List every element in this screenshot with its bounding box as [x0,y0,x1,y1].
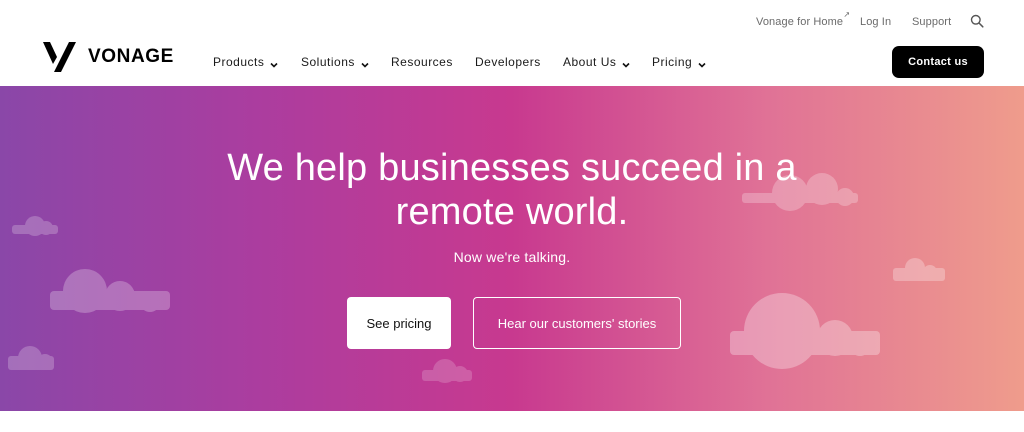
external-link-icon: ↗ [843,10,851,19]
chevron-down-icon [361,58,369,68]
nav-item-products[interactable]: Products [213,55,278,69]
hero-title-line-2: remote world. [395,191,629,233]
brand-name: VONAGE [88,46,174,67]
support-link[interactable]: Support [912,16,951,28]
log-in-link[interactable]: Log In [860,16,891,28]
nav-item-developers[interactable]: Developers [475,55,541,69]
contact-us-button[interactable]: Contact us [892,46,984,78]
nav-item-label: Pricing [652,55,693,69]
vonage-for-home-link[interactable]: Vonage for Home ↗ [756,10,850,28]
nav-item-label: Resources [391,55,453,69]
vonage-for-home-label: Vonage for Home [756,16,844,28]
chevron-down-icon [270,58,278,68]
vonage-v-logo-icon [43,42,77,72]
chevron-down-icon [622,58,630,68]
nav-item-label: About Us [563,55,617,69]
utility-bar: Vonage for Home ↗ Log In Support [0,0,1024,44]
nav-item-pricing[interactable]: Pricing [652,55,706,69]
nav-item-label: Developers [475,55,541,69]
nav-item-solutions[interactable]: Solutions [301,55,369,69]
nav-item-label: Solutions [301,55,355,69]
hero-banner: We help businesses succeed in a remote w… [0,86,1024,411]
hero-title: We help businesses succeed in a remote w… [0,146,1024,234]
nav-item-label: Products [213,55,265,69]
nav-item-resources[interactable]: Resources [391,55,453,69]
customer-stories-button[interactable]: Hear our customers' stories [473,297,681,349]
search-icon[interactable] [970,14,986,30]
hero-subtitle: Now we're talking. [453,249,571,265]
brand-logo[interactable]: VONAGE [43,42,174,72]
nav-item-about-us[interactable]: About Us [563,55,630,69]
see-pricing-button[interactable]: See pricing [347,297,451,349]
chevron-down-icon [698,58,706,68]
hero-title-line-1: We help businesses succeed in a [227,147,797,189]
